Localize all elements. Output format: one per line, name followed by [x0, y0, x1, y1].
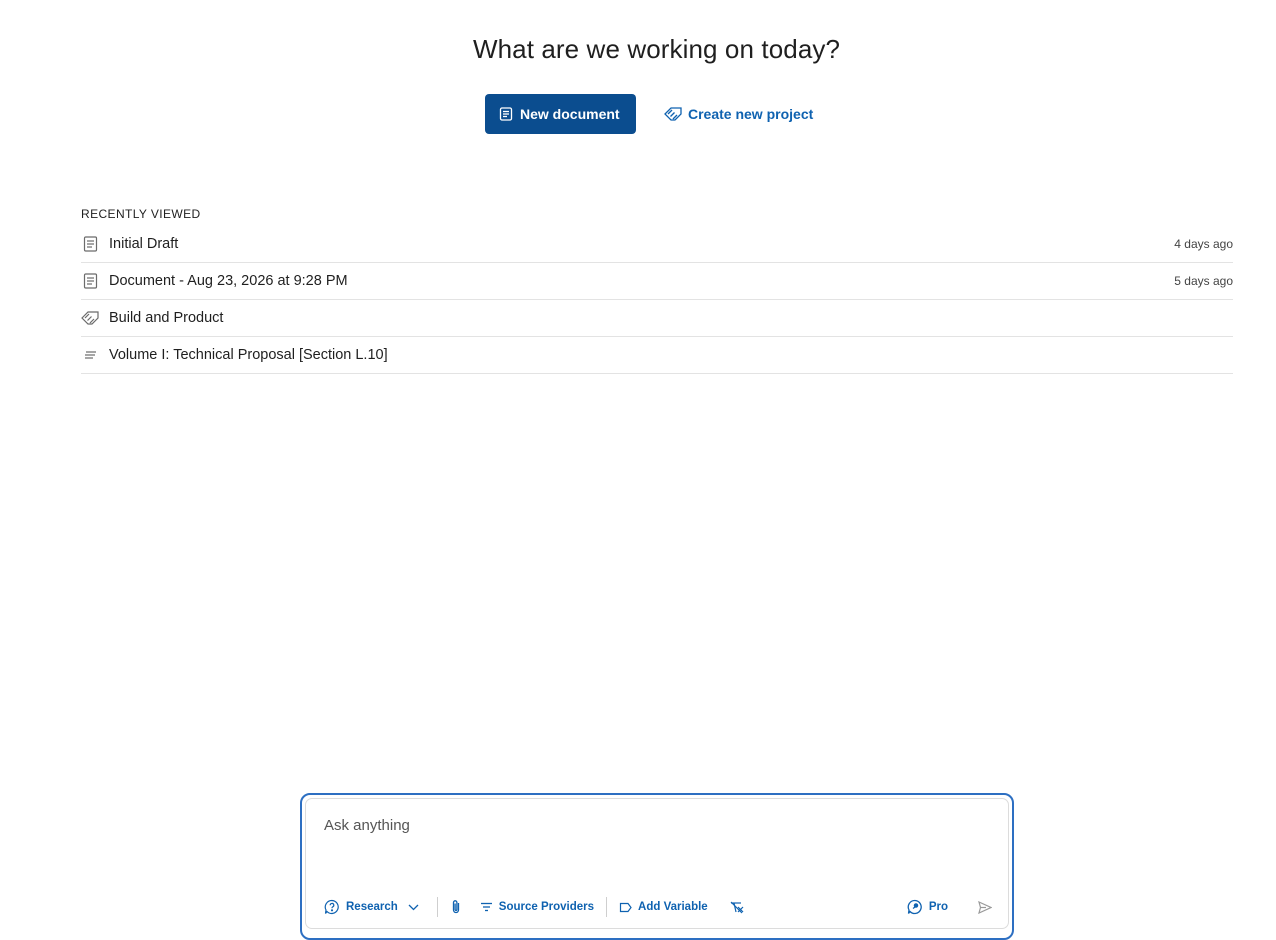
- pro-model-icon: [907, 899, 923, 915]
- recently-viewed-section: RECENTLY VIEWED Initial Draft 4 days ago: [81, 207, 1233, 374]
- mode-label: Research: [346, 901, 398, 913]
- recent-item[interactable]: Build and Product: [81, 300, 1233, 337]
- create-project-label: Create new project: [688, 106, 814, 122]
- page-title: What are we working on today?: [472, 34, 841, 64]
- clear-formatting-button[interactable]: [730, 901, 744, 914]
- send-button[interactable]: [978, 900, 992, 914]
- recent-item[interactable]: Volume I: Technical Proposal [Section L.…: [81, 337, 1233, 374]
- toolbar-divider: [436, 897, 438, 917]
- chat-composer: Research: [300, 793, 1014, 940]
- project-icon: [81, 309, 99, 327]
- recent-item-time: 4 days ago: [1174, 237, 1233, 251]
- recent-item-time: 5 days ago: [1174, 274, 1233, 288]
- recent-item[interactable]: Initial Draft 4 days ago: [81, 226, 1233, 263]
- composer-toolbar: Research Source Providers Add Variable P…: [324, 895, 992, 919]
- filter-icon: [480, 902, 493, 912]
- home-page: What are we working on today? New docume…: [0, 0, 1276, 940]
- recent-item-title: Volume I: Technical Proposal [Section L.…: [109, 347, 388, 363]
- attach-button[interactable]: [450, 899, 462, 915]
- new-document-button[interactable]: New document: [485, 94, 636, 134]
- document-icon: [81, 272, 99, 290]
- source-providers-button[interactable]: Source Providers: [480, 901, 594, 913]
- add-variable-label: Add Variable: [638, 901, 708, 913]
- hero-actions: New document Create new project: [485, 94, 813, 134]
- recent-item-title: Build and Product: [109, 310, 224, 326]
- mode-selector[interactable]: Research: [324, 899, 419, 915]
- document-icon: [499, 107, 513, 121]
- toolbar-divider: [606, 897, 608, 917]
- chevron-down-icon: [408, 904, 419, 911]
- lines-icon: [81, 346, 99, 364]
- create-project-button[interactable]: Create new project: [664, 106, 813, 122]
- recent-item-title: Document - Aug 23, 2026 at 9:28 PM: [109, 273, 348, 289]
- pro-button[interactable]: Pro: [907, 899, 948, 915]
- ask-input[interactable]: [324, 817, 984, 834]
- document-icon: [81, 235, 99, 253]
- new-document-label: New document: [520, 106, 620, 122]
- paperclip-icon: [450, 899, 462, 915]
- recently-viewed-heading: RECENTLY VIEWED: [81, 207, 201, 221]
- project-icon: [664, 106, 682, 122]
- help-circle-icon: [324, 899, 340, 915]
- tag-icon: [619, 902, 632, 913]
- recent-item-title: Initial Draft: [109, 236, 179, 252]
- send-icon: [978, 900, 992, 914]
- clear-format-icon: [730, 901, 744, 914]
- add-variable-button[interactable]: Add Variable: [619, 901, 708, 913]
- source-providers-label: Source Providers: [498, 901, 595, 913]
- pro-label: Pro: [928, 901, 948, 913]
- composer-box: Research: [305, 798, 1009, 929]
- recent-item[interactable]: Document - Aug 23, 2026 at 9:28 PM 5 day…: [81, 263, 1233, 300]
